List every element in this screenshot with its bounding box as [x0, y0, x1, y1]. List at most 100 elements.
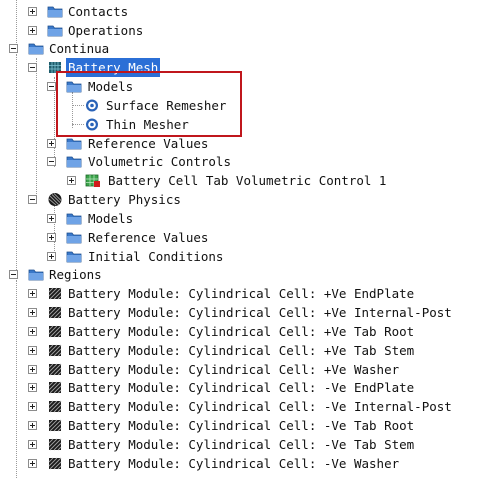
tree-node-label: Battery Module: Cylindrical Cell: -Ve Ta… — [68, 418, 415, 433]
tree-node-initial-conditions[interactable]: Initial Conditions — [0, 247, 500, 266]
tree-node-region[interactable]: Battery Module: Cylindrical Cell: +Ve Ta… — [0, 341, 500, 360]
expand-toggle[interactable] — [28, 365, 37, 374]
tree-node-region[interactable]: Battery Module: Cylindrical Cell: +Ve Wa… — [0, 360, 500, 379]
tree-node-label: Battery Module: Cylindrical Cell: -Ve En… — [68, 380, 415, 395]
collapse-toggle[interactable] — [47, 157, 56, 166]
tree-node-battery-cell-tab-vc1[interactable]: Battery Cell Tab Volumetric Control 1 — [0, 171, 500, 190]
tree-node-region[interactable]: Battery Module: Cylindrical Cell: -Ve En… — [0, 378, 500, 397]
tree-node-label: Battery Module: Cylindrical Cell: +Ve Ta… — [68, 324, 415, 339]
tree-node-region[interactable]: Battery Module: Cylindrical Cell: +Ve En… — [0, 284, 500, 303]
tree-node-physics-models[interactable]: Models — [0, 209, 500, 228]
model-gear-icon — [86, 118, 98, 131]
region-hatched-icon — [48, 381, 62, 394]
expand-toggle[interactable] — [67, 176, 76, 185]
collapse-toggle[interactable] — [9, 44, 18, 53]
expand-toggle[interactable] — [28, 308, 37, 317]
mesh-grid-icon — [49, 62, 61, 73]
collapse-toggle[interactable] — [9, 270, 18, 279]
tree-node-region[interactable]: Battery Module: Cylindrical Cell: -Ve Ta… — [0, 416, 500, 435]
tree-node-label: Continua — [49, 41, 110, 56]
folder-icon — [66, 156, 82, 168]
tree-node-label: Models — [88, 79, 134, 94]
tree-node-physics-reference-values[interactable]: Reference Values — [0, 228, 500, 247]
folder-icon — [66, 213, 82, 225]
expand-toggle[interactable] — [47, 233, 56, 242]
expand-toggle[interactable] — [28, 402, 37, 411]
tree-node-label: Reference Values — [88, 230, 209, 245]
tree-node-region[interactable]: Battery Module: Cylindrical Cell: +Ve In… — [0, 303, 500, 322]
folder-icon — [66, 81, 82, 93]
tree-node-label: Operations — [68, 23, 144, 38]
tree-node-contacts[interactable]: Contacts — [0, 2, 500, 21]
tree-node-region[interactable]: Battery Module: Cylindrical Cell: -Ve In… — [0, 397, 500, 416]
region-hatched-icon — [48, 419, 62, 432]
tree-node-regions[interactable]: Regions — [0, 265, 500, 284]
tree-node-label: Battery Module: Cylindrical Cell: -Ve Wa… — [68, 456, 400, 471]
expand-toggle[interactable] — [28, 346, 37, 355]
region-hatched-icon — [48, 306, 62, 319]
folder-icon — [28, 43, 44, 55]
tree-node-label: Battery Module: Cylindrical Cell: -Ve In… — [68, 399, 452, 414]
folder-icon — [47, 25, 63, 37]
tree-node-label: Surface Remesher — [106, 98, 227, 113]
expand-toggle[interactable] — [28, 383, 37, 392]
tree-guide-line — [72, 124, 84, 125]
tree-node-surface-remesher[interactable]: Surface Remesher — [0, 96, 500, 115]
expand-toggle[interactable] — [28, 459, 37, 468]
tree-node-label: Reference Values — [88, 136, 209, 151]
tree-node-battery-physics[interactable]: Battery Physics — [0, 190, 500, 209]
collapse-toggle[interactable] — [28, 63, 37, 72]
expand-toggle[interactable] — [28, 327, 37, 336]
tree-node-region[interactable]: Battery Module: Cylindrical Cell: -Ve Wa… — [0, 454, 500, 473]
folder-icon — [66, 138, 82, 150]
expand-toggle[interactable] — [28, 440, 37, 449]
tree-node-region[interactable]: Battery Module: Cylindrical Cell: +Ve Ta… — [0, 322, 500, 341]
collapse-toggle[interactable] — [47, 82, 56, 91]
expand-toggle[interactable] — [28, 289, 37, 298]
folder-icon — [47, 6, 63, 18]
tree-node-region[interactable]: Battery Module: Cylindrical Cell: -Ve Ta… — [0, 435, 500, 454]
tree-node-label: Battery Module: Cylindrical Cell: -Ve Ta… — [68, 437, 415, 452]
tree-node-continua[interactable]: Continua — [0, 39, 500, 58]
expand-toggle[interactable] — [47, 252, 56, 261]
tree-node-label: Battery Mesh — [66, 58, 161, 77]
region-hatched-icon — [48, 287, 62, 300]
region-hatched-icon — [48, 325, 62, 338]
tree-node-volumetric-controls[interactable]: Volumetric Controls — [0, 152, 500, 171]
folder-icon — [66, 251, 82, 263]
region-hatched-icon — [48, 363, 62, 376]
tree-node-label: Contacts — [68, 4, 129, 19]
tree-node-models[interactable]: Models — [0, 77, 500, 96]
tree-node-label: Initial Conditions — [88, 249, 224, 264]
tree-node-label: Battery Cell Tab Volumetric Control 1 — [108, 173, 387, 188]
region-hatched-icon — [48, 438, 62, 451]
folder-icon — [28, 269, 44, 281]
tree-node-label: Models — [88, 211, 134, 226]
region-hatched-icon — [48, 457, 62, 470]
tree-node-label: Battery Module: Cylindrical Cell: +Ve Wa… — [68, 362, 400, 377]
physics-sphere-icon — [48, 193, 62, 206]
tree-node-label: Battery Module: Cylindrical Cell: +Ve En… — [68, 286, 415, 301]
tree-node-label: Battery Module: Cylindrical Cell: +Ve In… — [68, 305, 452, 320]
tree-node-label: Regions — [49, 267, 102, 282]
tree-node-reference-values[interactable]: Reference Values — [0, 134, 500, 153]
expand-toggle[interactable] — [28, 26, 37, 35]
folder-icon — [66, 232, 82, 244]
tree-node-operations[interactable]: Operations — [0, 21, 500, 40]
tree-guide-line — [72, 105, 84, 106]
tree-node-battery-mesh[interactable]: Battery Mesh — [0, 58, 500, 77]
region-hatched-icon — [48, 344, 62, 357]
tree-node-thin-mesher[interactable]: Thin Mesher — [0, 115, 500, 134]
expand-toggle[interactable] — [47, 139, 56, 148]
expand-toggle[interactable] — [28, 421, 37, 430]
tree-node-label: Volumetric Controls — [88, 154, 231, 169]
collapse-toggle[interactable] — [28, 195, 37, 204]
simulation-tree: Contacts Operations Continua Battery Mes… — [0, 0, 500, 478]
region-hatched-icon — [48, 400, 62, 413]
tree-node-label: Thin Mesher — [106, 117, 189, 132]
expand-toggle[interactable] — [28, 7, 37, 16]
expand-toggle[interactable] — [47, 214, 56, 223]
model-gear-icon — [86, 99, 98, 112]
tree-node-label: Battery Module: Cylindrical Cell: +Ve Ta… — [68, 343, 415, 358]
volumetric-control-icon — [85, 174, 100, 187]
